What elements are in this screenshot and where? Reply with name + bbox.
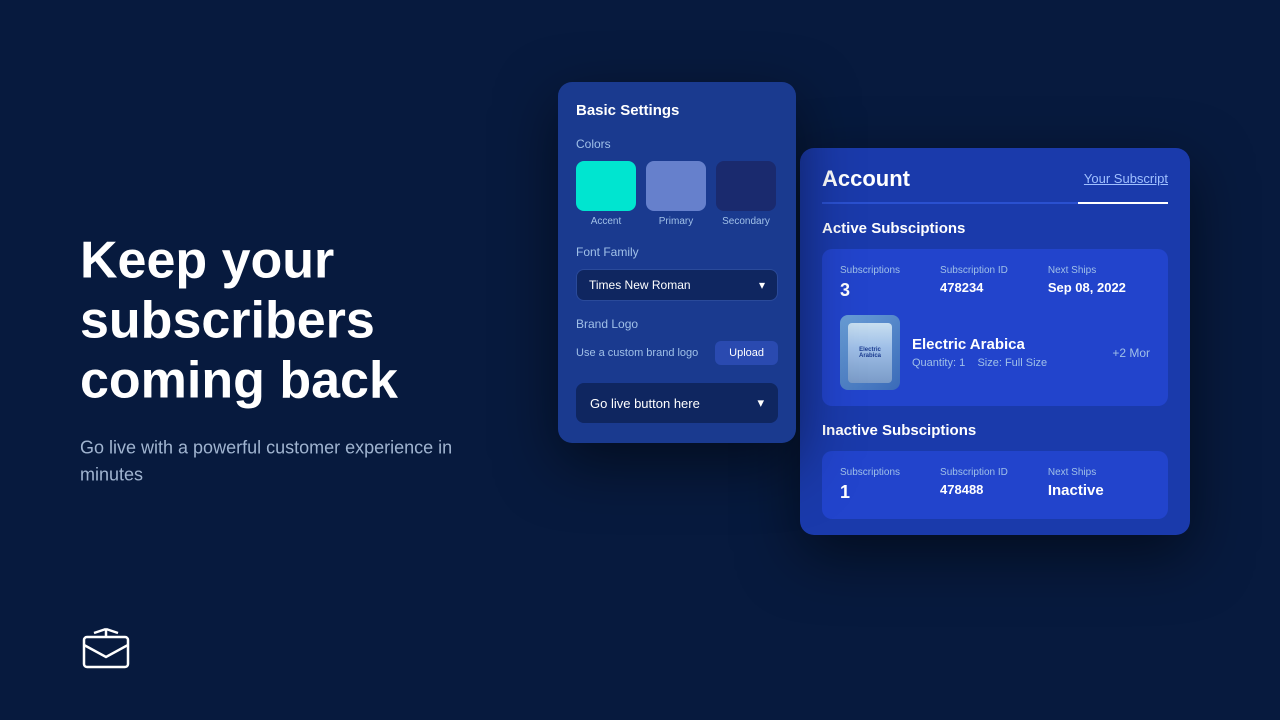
account-title: Account [822,166,910,192]
headline: Keep your subscribers coming back [80,231,560,410]
chevron-down-icon: ▾ [759,278,765,292]
subheadline: Go live with a powerful customer experie… [80,435,480,489]
colors-row: Accent Primary Secondary [576,161,778,227]
font-label: Font Family [576,245,778,259]
colors-label: Colors [576,137,778,151]
go-live-row[interactable]: Go live button here ▾ [576,383,778,423]
account-card: Account Your Subscript Active Subsciptio… [800,148,1190,535]
subscription-id-label: Subscription ID [940,265,1008,276]
settings-title: Basic Settings [576,102,778,119]
settings-card: Basic Settings Colors Accent Primary Sec… [558,82,796,443]
account-header: Account Your Subscript [800,148,1190,192]
inactive-row: Subscriptions 1 Subscription ID 478488 N… [840,467,1150,503]
subscription-id-value: 478234 [940,280,1008,295]
secondary-swatch[interactable]: Secondary [716,161,776,227]
next-ships-col: Next Ships Sep 08, 2022 [1048,265,1126,301]
product-details: Quantity: 1 Size: Full Size [912,357,1100,369]
chevron-down-icon: ▾ [757,395,764,411]
more-tag: +2 Mor [1112,346,1150,360]
inactive-subscriptions-col: Subscriptions 1 [840,467,900,503]
next-ships-value: Sep 08, 2022 [1048,280,1126,295]
accent-color-box [576,161,636,211]
account-nav-border [822,202,1168,204]
product-row: ElectricArabica Electric Arabica Quantit… [840,315,1150,390]
subscriptions-label: Subscriptions [840,265,900,276]
active-subscription-card: Subscriptions 3 Subscription ID 478234 N… [822,249,1168,406]
product-name: Electric Arabica [912,336,1100,353]
next-ships-label: Next Ships [1048,265,1126,276]
inactive-id-value: 478488 [940,482,1008,497]
primary-swatch[interactable]: Primary [646,161,706,227]
primary-label: Primary [646,216,706,227]
subscription-id-col: Subscription ID 478234 [940,265,1008,301]
product-quantity: Quantity: 1 [912,357,965,369]
secondary-color-box [716,161,776,211]
font-value: Times New Roman [589,278,691,292]
logo-icon [80,623,132,680]
sub-info-row: Subscriptions 3 Subscription ID 478234 N… [840,265,1150,301]
inactive-next-ships-col: Next Ships Inactive [1048,467,1104,503]
inactive-next-ships-label: Next Ships [1048,467,1104,478]
inactive-id-label: Subscription ID [940,467,1008,478]
product-size: Size: Full Size [977,357,1047,369]
inactive-section: Inactive Subsciptions Subscriptions 1 Su… [800,422,1190,535]
upload-button[interactable]: Upload [715,341,778,365]
your-subscript-link[interactable]: Your Subscript [1084,171,1168,188]
font-selector[interactable]: Times New Roman ▾ [576,269,778,301]
inactive-subscriptions-value: 1 [840,482,900,503]
primary-color-box [646,161,706,211]
product-info: Electric Arabica Quantity: 1 Size: Full … [912,336,1100,369]
brand-section: Brand Logo Use a custom brand logo Uploa… [576,317,778,365]
brand-row: Use a custom brand logo Upload [576,341,778,365]
secondary-label: Secondary [716,216,776,227]
subscriptions-value: 3 [840,280,900,301]
inactive-subscription-card: Subscriptions 1 Subscription ID 478488 N… [822,451,1168,519]
accent-swatch[interactable]: Accent [576,161,636,227]
product-image: ElectricArabica [840,315,900,390]
brand-text: Use a custom brand logo [576,347,715,359]
product-img-inner: ElectricArabica [848,323,892,383]
go-live-label: Go live button here [590,396,700,411]
active-section-title: Active Subsciptions [822,220,1168,237]
inactive-id-col: Subscription ID 478488 [940,467,1008,503]
active-section: Active Subsciptions Subscriptions 3 Subs… [800,204,1190,406]
left-section: Keep your subscribers coming back Go liv… [80,231,560,488]
brand-label: Brand Logo [576,317,778,331]
inactive-subscriptions-label: Subscriptions [840,467,900,478]
inactive-section-title: Inactive Subsciptions [822,422,1168,439]
inactive-status: Inactive [1048,482,1104,499]
subscriptions-col: Subscriptions 3 [840,265,900,301]
font-section: Font Family Times New Roman ▾ [576,245,778,301]
accent-label: Accent [576,216,636,227]
